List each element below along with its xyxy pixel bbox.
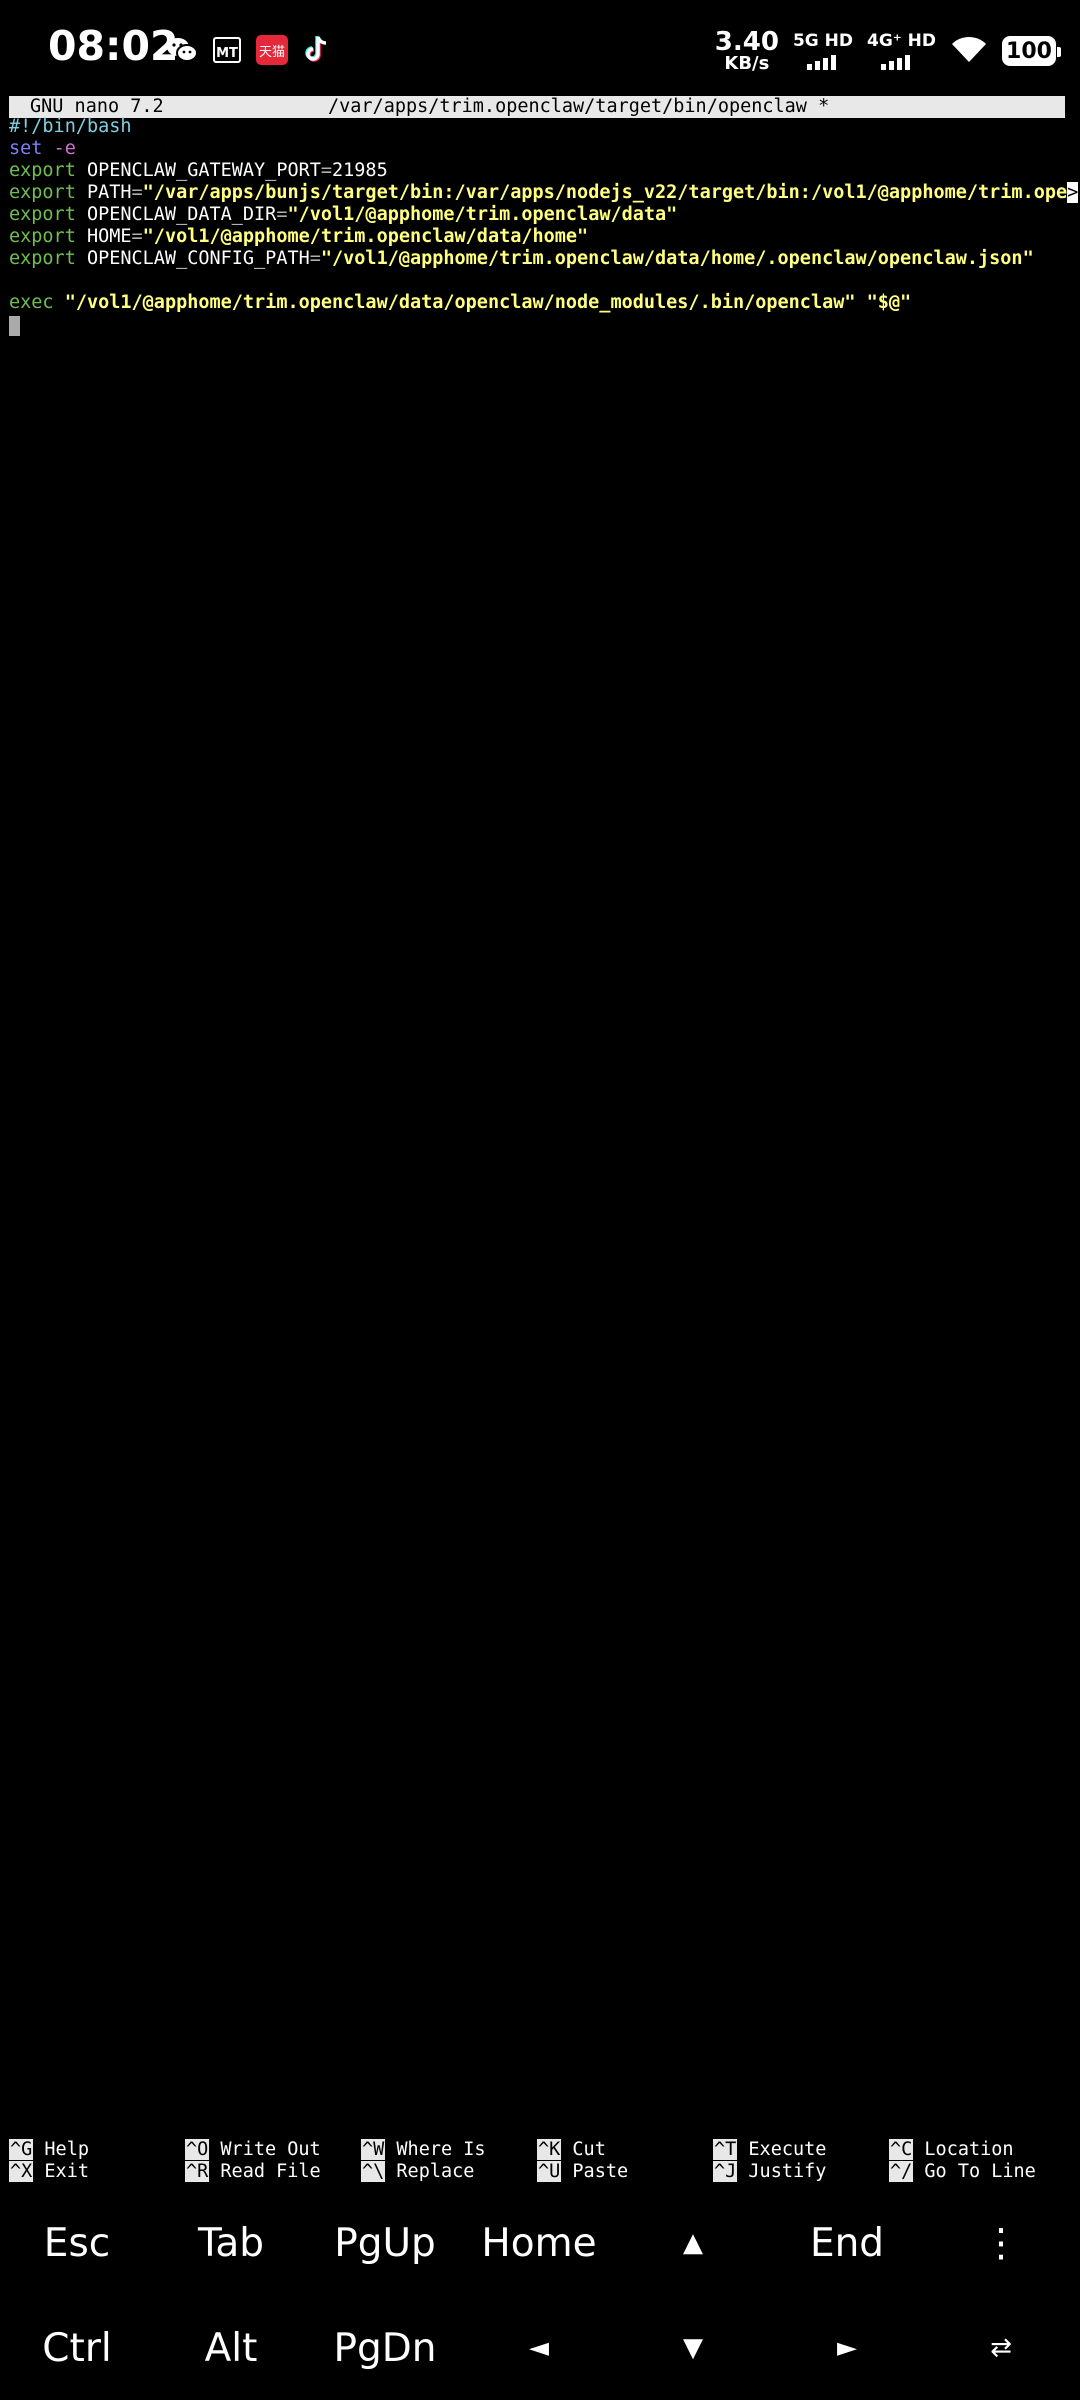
help-item[interactable]: ^J Justify <box>713 2161 826 2183</box>
var-name: PATH <box>86 182 132 203</box>
help-item[interactable]: ^\ Replace <box>361 2161 474 2183</box>
code-line-9[interactable]: exec "/vol1/@apphome/trim.openclaw/data/… <box>9 292 911 314</box>
help-item[interactable]: ^R Read File <box>185 2161 321 2183</box>
meituan-label: MT <box>213 37 241 63</box>
keyword-export: export <box>9 182 76 203</box>
esc-key[interactable]: Esc <box>0 2193 154 2293</box>
battery-level: 100 <box>1006 38 1052 64</box>
help-item[interactable]: ^K Cut <box>537 2139 606 2161</box>
home-key[interactable]: Home <box>462 2193 616 2293</box>
help-item[interactable]: ^U Paste <box>537 2161 628 2183</box>
code-line-4[interactable]: export PATH="/var/apps/bunjs/target/bin:… <box>9 182 1079 204</box>
line-overflow-marker: > <box>1067 182 1079 203</box>
keyword-export: export <box>9 160 76 181</box>
code-line-6[interactable]: export HOME="/vol1/@apphome/trim.opencla… <box>9 226 588 248</box>
arrow-left-key[interactable]: ◄ <box>462 2298 616 2398</box>
code-line-5[interactable]: export OPENCLAW_DATA_DIR="/vol1/@apphome… <box>9 204 677 226</box>
arrow-down-key[interactable]: ▼ <box>616 2298 770 2398</box>
keyword-export: export <box>9 204 76 225</box>
text-cursor <box>9 316 20 336</box>
pgdn-key[interactable]: PgDn <box>308 2298 462 2398</box>
wechat-icon <box>166 34 198 66</box>
keyword-set: set <box>9 138 43 159</box>
help-item[interactable]: ^X Exit <box>9 2161 89 2183</box>
tmall-icon: 天猫 <box>256 34 288 66</box>
more-menu-key[interactable]: ⋮ <box>924 2193 1078 2293</box>
nano-title-bar: GNU nano 7.2/var/apps/trim.openclaw/targ… <box>9 96 1065 118</box>
help-item[interactable]: ^/ Go To Line <box>889 2161 1036 2183</box>
tiktok-icon <box>301 34 333 66</box>
var-value: "/var/apps/bunjs/target/bin:/var/apps/no… <box>142 182 1068 203</box>
nano-filename: /var/apps/trim.openclaw/target/bin/openc… <box>328 96 830 117</box>
keyword-exec: exec <box>9 292 54 313</box>
status-bar: 08:02 MT 天猫 3.40 KB/s 5G HD 4G⁺ HD 100 <box>0 0 1080 96</box>
var-value: "/vol1/@apphome/trim.openclaw/data" <box>287 204 678 225</box>
extra-keys-row-1: Esc Tab PgUp Home ▲ End ⋮ <box>0 2193 1080 2293</box>
set-flag: -e <box>53 138 76 159</box>
end-key[interactable]: End <box>770 2193 924 2293</box>
sim1-signal: 5G HD <box>792 30 853 70</box>
help-item[interactable]: ^O Write Out <box>185 2139 321 2161</box>
toggle-keyboard-key[interactable]: ⇄ <box>924 2298 1078 2398</box>
meituan-icon: MT <box>211 34 243 66</box>
clock: 08:02 <box>48 22 179 70</box>
extra-keys-row-2: Ctrl Alt PgDn ◄ ▼ ► ⇄ <box>0 2298 1080 2398</box>
network-speed: 3.40 KB/s <box>715 29 779 73</box>
help-item[interactable]: ^T Execute <box>713 2139 826 2161</box>
arrow-right-key[interactable]: ► <box>770 2298 924 2398</box>
pgup-key[interactable]: PgUp <box>308 2193 462 2293</box>
nano-help-row-2: ^X Exit ^R Read File ^\ Replace ^U Paste… <box>9 2161 1079 2183</box>
var-value: 21985 <box>332 160 388 181</box>
signal-bars-icon <box>806 54 836 70</box>
var-name: OPENCLAW_DATA_DIR <box>86 204 277 225</box>
code-line-3[interactable]: export OPENCLAW_GATEWAY_PORT=21985 <box>9 160 388 182</box>
code-line-1[interactable]: #!/bin/bash <box>9 116 132 138</box>
signal-bars-icon <box>880 54 910 70</box>
help-item[interactable]: ^G Help <box>9 2139 89 2161</box>
tab-key[interactable]: Tab <box>154 2193 308 2293</box>
tmall-label: 天猫 <box>256 35 288 65</box>
ctrl-key[interactable]: Ctrl <box>0 2298 154 2398</box>
code-line-2[interactable]: set -e <box>9 138 76 160</box>
var-name: HOME <box>86 226 132 247</box>
sim1-label: 5G HD <box>792 30 853 51</box>
battery-icon: 100 <box>1002 36 1061 66</box>
var-value: "/vol1/@apphome/trim.openclaw/data/home/… <box>320 248 1034 269</box>
arrow-up-key[interactable]: ▲ <box>616 2193 770 2293</box>
var-name: OPENCLAW_CONFIG_PATH <box>86 248 310 269</box>
sim2-signal: 4G⁺ HD <box>866 30 936 70</box>
nano-help-row-1: ^G Help ^O Write Out ^W Where Is ^K Cut … <box>9 2139 1079 2161</box>
network-speed-unit: KB/s <box>724 53 770 74</box>
keyword-export: export <box>9 226 76 247</box>
help-item[interactable]: ^W Where Is <box>361 2139 486 2161</box>
var-value: "/vol1/@apphome/trim.openclaw/data/home" <box>142 226 589 247</box>
var-name: OPENCLAW_GATEWAY_PORT <box>86 160 321 181</box>
keyword-export: export <box>9 248 76 269</box>
nano-version: GNU nano 7.2 <box>30 96 164 117</box>
help-item[interactable]: ^C Location <box>889 2139 1014 2161</box>
status-indicators: 3.40 KB/s 5G HD 4G⁺ HD 100 <box>715 26 1061 76</box>
network-speed-value: 3.40 <box>714 27 779 57</box>
sim2-label: 4G⁺ HD <box>866 30 936 51</box>
alt-key[interactable]: Alt <box>154 2298 308 2398</box>
shebang: #!/bin/bash <box>9 116 132 137</box>
exec-command: "/vol1/@apphome/trim.openclaw/data/openc… <box>64 292 912 313</box>
code-line-7[interactable]: export OPENCLAW_CONFIG_PATH="/vol1/@apph… <box>9 248 1034 270</box>
wifi-icon <box>950 34 988 68</box>
